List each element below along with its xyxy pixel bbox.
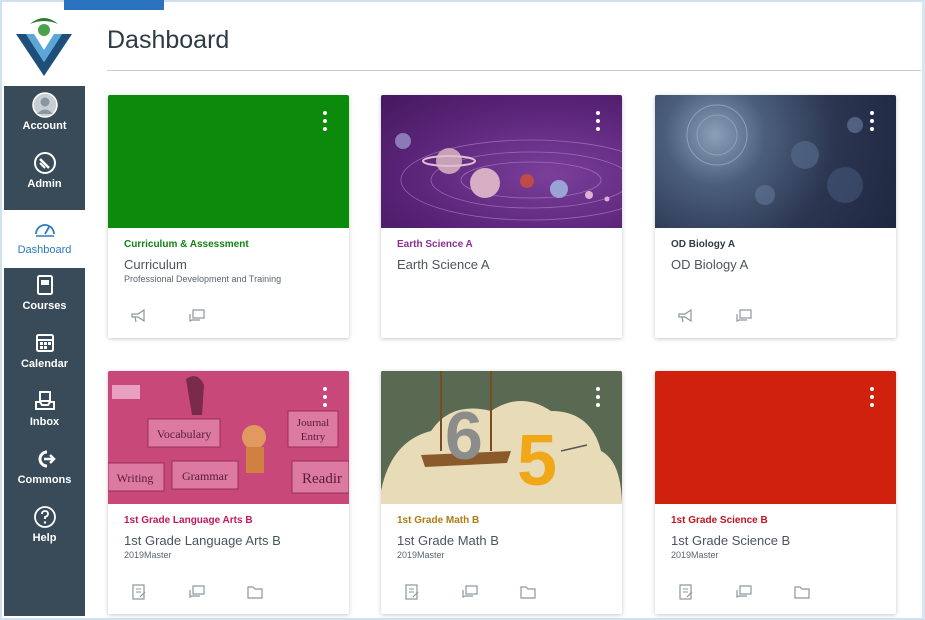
nav-courses[interactable]: Courses [4,266,85,324]
card-options-icon[interactable] [596,387,600,407]
card-course-code[interactable]: 1st Grade Science B [671,515,880,526]
card-course-title: Curriculum [124,257,187,272]
files-icon[interactable] [793,584,811,600]
files-icon[interactable] [246,584,264,600]
svg-text:6: 6 [445,398,483,474]
course-card[interactable]: 6 5 1st Grade Math B 1st Grade Math B 20… [381,371,622,614]
card-course-title: Earth Science A [397,257,490,272]
nav-help[interactable]: Help [4,498,85,556]
card-course-code[interactable]: Curriculum & Assessment [124,239,333,250]
card-course-code[interactable]: Earth Science A [397,239,606,250]
card-options-icon[interactable] [870,111,874,131]
discussions-icon[interactable] [188,308,206,324]
solar-system-illustration [395,133,622,221]
course-card[interactable]: Earth Science A Earth Science A [381,95,622,338]
card-course-code[interactable]: 1st Grade Math B [397,515,606,526]
nav-account-label: Account [22,120,67,132]
courses-book-icon [36,275,53,295]
illustration-word: Readir [302,471,342,487]
assignments-icon[interactable] [677,584,695,600]
card-image[interactable]: Vocabulary Journal Entry Writing Grammar… [108,371,349,504]
course-card[interactable]: Vocabulary Journal Entry Writing Grammar… [108,371,349,614]
biology-illustration [686,104,863,205]
card-options-icon[interactable] [323,387,327,407]
announcements-icon[interactable] [677,308,695,324]
card-image[interactable] [381,95,622,228]
svg-text:5: 5 [517,421,557,501]
nav-inbox[interactable]: Inbox [4,382,85,440]
illustration-word: Grammar [182,469,228,483]
nav-inbox-label: Inbox [29,416,60,428]
nav-dashboard-label: Dashboard [17,244,72,256]
course-card[interactable]: Curriculum & Assessment Curriculum Profe… [108,95,349,338]
discussions-icon[interactable] [735,308,753,324]
admin-shield-icon [33,152,56,174]
assignments-icon[interactable] [130,584,148,600]
illustration-word: Entry [301,431,326,443]
calendar-icon [35,334,54,352]
files-icon[interactable] [519,584,537,600]
header-divider [107,70,921,71]
illustration-word: Writing [117,471,154,485]
card-course-title: 1st Grade Math B [397,533,499,548]
discussions-icon[interactable] [735,584,753,600]
nav-calendar[interactable]: Calendar [4,324,85,382]
illustration-word: Vocabulary [157,427,211,441]
math-illustration: 6 5 [381,371,622,504]
card-course-title: 1st Grade Science B [671,533,791,548]
discussions-icon[interactable] [188,584,206,600]
card-image[interactable] [108,95,349,228]
card-actions [677,584,811,600]
nav-commons[interactable]: Commons [4,440,85,498]
announcements-icon[interactable] [130,308,148,324]
card-actions [677,308,753,324]
card-term: 2019Master [397,550,445,560]
nav-commons-label: Commons [17,474,72,486]
nav-account[interactable]: Account [4,86,85,144]
nav-admin[interactable]: Admin [4,144,85,202]
card-course-code[interactable]: 1st Grade Language Arts B [124,515,333,526]
card-actions [130,584,264,600]
inbox-icon [34,391,55,410]
card-course-code[interactable]: OD Biology A [671,239,880,250]
card-image[interactable] [655,95,896,228]
card-options-icon[interactable] [323,111,327,131]
card-term: Professional Development and Training [124,274,282,284]
logo-icon [16,18,72,76]
card-term: 2019Master [671,550,719,560]
card-actions [130,308,206,324]
card-options-icon[interactable] [596,111,600,131]
global-navigation: Account Admin Dashboard Courses Calendar… [4,10,85,616]
card-course-title: 1st Grade Language Arts B [124,533,281,548]
card-actions [403,584,537,600]
illustration-word: Journal [297,417,329,429]
card-term: 2019Master [124,550,172,560]
card-image[interactable]: 6 5 [381,371,622,504]
card-options-icon[interactable] [870,387,874,407]
top-accent-tab [64,0,164,10]
card-image[interactable] [655,371,896,504]
logo[interactable] [4,10,85,86]
help-icon [33,506,56,528]
nav-courses-label: Courses [22,300,67,312]
language-arts-illustration: Vocabulary Journal Entry Writing Grammar… [108,371,349,504]
commons-icon [38,450,56,468]
page-title: Dashboard [107,26,230,54]
account-icon [31,92,58,118]
nav-calendar-label: Calendar [20,358,69,370]
discussions-icon[interactable] [461,584,479,600]
nav-dashboard[interactable]: Dashboard [4,210,85,268]
card-course-title: OD Biology A [671,257,749,272]
course-card[interactable]: OD Biology A OD Biology A [655,95,896,338]
dashboard-gauge-icon [34,224,55,237]
course-card[interactable]: 1st Grade Science B 1st Grade Science B … [655,371,896,614]
nav-help-label: Help [32,532,57,544]
assignments-icon[interactable] [403,584,421,600]
nav-admin-label: Admin [27,178,62,190]
